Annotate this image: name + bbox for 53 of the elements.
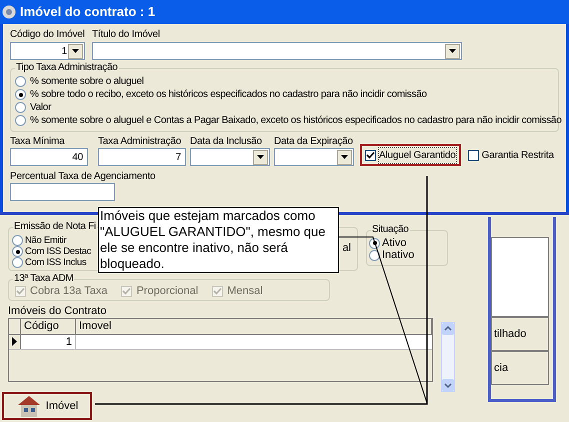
field-label: Código do Imóvel [10, 28, 86, 42]
text-field[interactable] [10, 183, 115, 201]
radio-button[interactable] [15, 89, 26, 100]
scrollbar[interactable] [441, 322, 455, 392]
radio-label: Com ISS Inclus [25, 258, 86, 267]
checkbox[interactable] [468, 150, 479, 160]
radio-button[interactable] [15, 102, 26, 113]
checkbox-label: Proporcional [136, 284, 198, 299]
window-title: Imóvel do contrato : 1 [20, 3, 156, 22]
group-label: Situação [371, 224, 410, 236]
checkbox-label: Cobra 13a Taxa [30, 284, 108, 299]
radio-button[interactable] [12, 257, 23, 268]
app-icon [2, 5, 16, 19]
field-label: Taxa Mínima [10, 135, 66, 148]
field-label: Data da Expiração [274, 135, 354, 148]
checkbox-label: Aluguel Garantido [379, 148, 456, 162]
imovel-button[interactable]: Imóvel [2, 392, 92, 420]
radio-button[interactable] [12, 246, 23, 257]
table-cell: 1 [21, 334, 76, 348]
column-header[interactable]: Código [21, 318, 76, 334]
radio-button[interactable] [15, 115, 26, 126]
checkbox-label: Garantia Restrita [482, 148, 554, 162]
radio-label: Valor [30, 101, 52, 114]
radio-button[interactable] [12, 235, 23, 246]
grid-label: Imóveis do Contrato [8, 304, 108, 318]
field-label: Data da Inclusão [190, 135, 263, 148]
radio-button[interactable] [15, 76, 26, 87]
scroll-down-icon[interactable] [442, 378, 454, 390]
checkbox-label: Mensal [227, 284, 263, 299]
callout-note: Imóveis que estejam marcados como "ALUGUEL GARANTIDO", mesmo que ele se encontre inativo, não será bloqueado. [98, 207, 339, 273]
radio-label: % somente sobre o aluguel [30, 75, 144, 88]
side-button[interactable]: cia [491, 351, 549, 385]
side-button[interactable]: tilhado [491, 317, 549, 351]
group-label: Tipo Taxa Administração [15, 62, 118, 74]
field-label: Percentual Taxa de Agenciamento [10, 170, 156, 183]
radio-label: Ativo [382, 237, 406, 249]
text-field[interactable]: 40 [10, 148, 88, 166]
radio-button[interactable] [369, 250, 380, 260]
radio-label: Não Emitir [25, 236, 66, 245]
text-field[interactable]: 7 [98, 148, 186, 166]
code-combo[interactable]: 1 [10, 42, 85, 60]
radio-label: % somente sobre o aluguel e Contas a Pagar Baixado, exceto os históricos especificados no cadastro para não incidir comissão [30, 114, 562, 127]
radio-label: Inativo [382, 249, 414, 261]
radio-label: % sobre todo o recibo, exceto os históricos especificados no cadastro para não incidir comissão [30, 88, 427, 101]
option-label: al [342, 242, 351, 256]
house-icon [16, 394, 42, 418]
radio-label: Com ISS Destac [25, 247, 92, 256]
field-label: Título do Imóvel [92, 28, 161, 42]
scroll-up-icon[interactable] [442, 322, 454, 334]
checkbox[interactable] [365, 150, 376, 160]
field-label: Taxa Administração [98, 135, 182, 148]
radio-button[interactable] [369, 238, 380, 248]
column-header[interactable]: Imovel [76, 318, 432, 334]
